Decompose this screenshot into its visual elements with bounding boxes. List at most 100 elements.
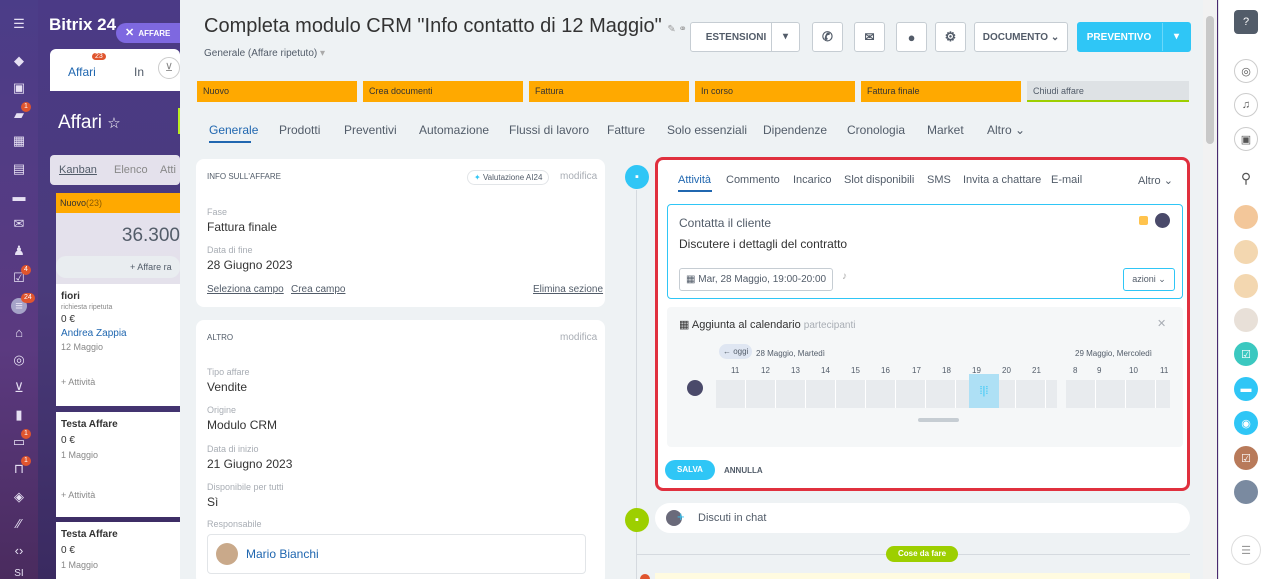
tab-sms[interactable]: SMS [927,174,951,186]
activity-title-input[interactable]: Contatta il cliente [679,216,771,230]
bank-icon[interactable]: ⌂ [11,325,27,341]
tab-market[interactable]: Market [927,123,964,137]
bg-card-activity[interactable]: + Attività [61,377,175,387]
contact-avatar[interactable] [1234,205,1258,229]
phone-button[interactable]: ✆ [812,22,843,52]
tab-altro-activity[interactable]: Altro ⌄ [1138,174,1173,187]
color-picker-icon[interactable] [1139,216,1148,225]
help-icon[interactable]: ? [1234,10,1258,34]
search-icon[interactable]: ⚲ [1234,166,1258,190]
scroll-handle[interactable] [918,418,959,422]
code-icon[interactable]: ‹› [11,543,27,559]
bg-view-elenco[interactable]: Elenco [114,164,148,176]
create-field-link[interactable]: Crea campo [291,284,345,295]
bg-deal-card[interactable]: fiori richiesta ripetuta 0 € Andrea Zapp… [56,284,180,406]
menu-icon[interactable]: ☰ [1231,535,1261,565]
bg-tab-in[interactable]: In [134,65,144,79]
stage-nuovo[interactable]: Nuovo [197,81,357,102]
bg-card-contact[interactable]: Andrea Zappia [61,328,175,339]
tab-fatture[interactable]: Fatture [607,123,645,137]
contact-avatar[interactable] [1234,308,1258,332]
tab-email[interactable]: E-mail [1051,174,1082,186]
delete-section-link[interactable]: Elimina sezione [533,284,603,295]
responsabile-name[interactable]: Mario Bianchi [246,547,319,561]
target-icon[interactable]: ◎ [11,352,27,368]
stage-fattura[interactable]: Fattura [529,81,689,102]
altro-edit-link[interactable]: modifica [560,332,597,343]
scrollbar[interactable] [1203,0,1217,579]
close-slider-button[interactable]: ✕ AFFARE [116,23,181,43]
menu-icon[interactable]: ☰ [11,16,27,32]
chat-icon[interactable]: ▬ [1234,377,1258,401]
estensioni-button[interactable]: ESTENSIONI ▾ [690,22,800,52]
target-icon[interactable]: ◎ [1234,59,1258,83]
chat-box[interactable]: + Discuti in chat [655,503,1190,533]
analytics-icon[interactable]: ▮ [11,407,27,423]
chat-icon[interactable]: ▣ [1234,127,1258,151]
tab-commento[interactable]: Commento [726,174,780,186]
contact-avatar[interactable] [1234,240,1258,264]
edit-pencil-icon[interactable]: ✎ ⚭ [667,24,687,35]
today-button[interactable]: ← oggi [719,344,753,359]
tab-solo-essenziali[interactable]: Solo essenziali [667,123,747,137]
settings-button[interactable]: ⚙ [935,22,966,52]
group-icon[interactable]: ♟ [11,243,27,259]
stage-in-corso[interactable]: In corso [695,81,855,102]
responsabile-box[interactable]: Mario Bianchi [207,534,586,574]
download-icon[interactable]: ⊻ [158,57,180,79]
bg-view-kanban[interactable]: Kanban [59,164,97,176]
participants-link[interactable]: partecipanti [804,320,856,331]
scroll-thumb[interactable] [1206,16,1214,144]
calendar-icon[interactable]: ▦ [11,133,27,149]
puzzle-icon[interactable]: ◆ [11,53,27,69]
bg-card-activity[interactable]: + Attività [61,490,175,500]
stage-fattura-finale[interactable]: Fattura finale [861,81,1021,102]
tab-automazione[interactable]: Automazione [419,123,489,137]
contact-avatar[interactable] [1234,480,1258,504]
info-edit-link[interactable]: modifica [560,171,597,182]
selected-slot[interactable]: ⁞|⁞ [969,374,999,408]
tab-generale[interactable]: Generale [209,123,258,137]
tab-slot-disponibili[interactable]: Slot disponibili [844,174,914,186]
tab-incarico[interactable]: Incarico [793,174,832,186]
email-button[interactable]: ✉ [854,22,885,52]
tab-dipendenze[interactable]: Dipendenze [763,123,827,137]
save-button[interactable]: SALVA [665,460,715,480]
drive-icon[interactable]: ▬ [11,189,27,205]
activity-date-field[interactable]: ▦ Mar, 28 Maggio, 19:00-20:00 [679,268,834,291]
bell-icon[interactable]: ♪ [842,271,847,282]
avatar[interactable] [1155,213,1170,228]
task-icon[interactable]: ☑ [1234,446,1258,470]
task-icon[interactable]: ☑ [1234,342,1258,366]
tab-attivita[interactable]: Attività [678,174,711,186]
bell-icon[interactable]: ♫ [1234,93,1258,117]
preventivo-button[interactable]: PREVENTIVO ▾ [1077,22,1191,52]
bg-deal-card[interactable]: Testa Affare 0 € 1 Maggio [56,522,180,579]
bg-view-att[interactable]: Atti [160,164,176,176]
cube-icon[interactable]: ◈ [11,489,27,505]
tab-invita-a-chattare[interactable]: Invita a chattare [963,174,1041,186]
bg-tab-affari[interactable]: Affari [68,65,96,79]
cart-icon[interactable]: ⊻ [11,380,27,396]
ai-valuation-button[interactable]: ✦ Valutazione AI24 [467,170,550,185]
close-icon[interactable]: ✕ [1157,317,1166,330]
contact-icon[interactable]: ◉ [1234,411,1258,435]
mail-icon[interactable]: ✉ [11,216,27,232]
tab-preventivi[interactable]: Preventivi [344,123,397,137]
tab-prodotti[interactable]: Prodotti [279,123,320,137]
document-icon[interactable]: ▤ [11,161,27,177]
stage-chiudi-affare[interactable]: Chiudi affare [1027,81,1189,102]
contact-avatar[interactable] [1234,274,1258,298]
cancel-button[interactable]: ANNULLA [724,466,763,475]
stage-crea-documenti[interactable]: Crea documenti [363,81,523,102]
bg-add-deal[interactable]: + Affare ra [56,256,180,278]
deal-category[interactable]: Generale (Affare ripetuto) ▾ [204,48,325,59]
tab-flussi-di-lavoro[interactable]: Flussi di lavoro [509,123,589,137]
activity-description[interactable]: Discutere i dettagli del contratto [679,237,847,251]
select-field-link[interactable]: Seleziona campo [207,284,284,295]
documento-button[interactable]: DOCUMENTO ⌄ [974,22,1068,52]
bg-deal-card[interactable]: Testa Affare 0 € 1 Maggio + Attività [56,412,180,517]
chat-button[interactable]: ● [896,22,927,52]
sites-icon[interactable]: ⁄⁄ [11,516,27,532]
inbox-icon[interactable]: ▣ [11,80,27,96]
